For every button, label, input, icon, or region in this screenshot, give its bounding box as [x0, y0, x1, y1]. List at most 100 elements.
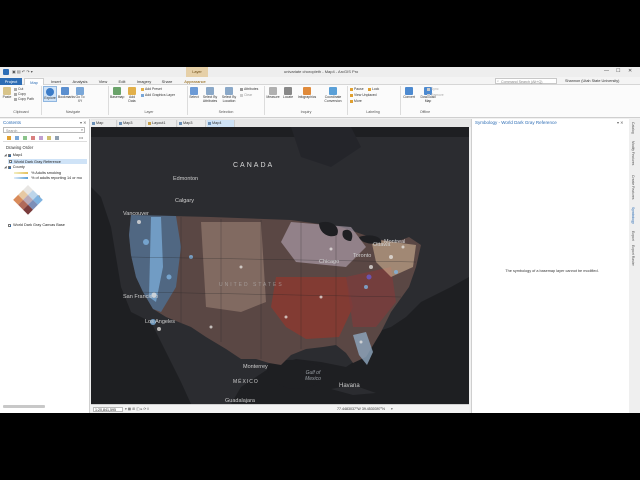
data-source-icon[interactable]: [15, 136, 19, 140]
dock-tab-export-raster[interactable]: Export Raster: [631, 245, 635, 266]
window-title: univariate choropleth - Map4 - ArcGIS Pr…: [284, 69, 359, 74]
more-label: More: [354, 99, 362, 103]
user-account[interactable]: Shannon (Utah State University): [565, 79, 619, 83]
tab-analysis[interactable]: Analysis: [68, 78, 92, 85]
clear-button[interactable]: Clear: [240, 93, 252, 97]
tab-project[interactable]: Project: [0, 78, 22, 85]
doc-tab-layout1[interactable]: Layout1: [147, 120, 177, 127]
contents-search-input[interactable]: Search: [6, 129, 17, 133]
tab-appearance[interactable]: Appearance: [180, 78, 210, 85]
doc-tab-map3[interactable]: Map3: [118, 120, 146, 127]
lock-labels-button[interactable]: Lock: [368, 87, 379, 91]
quick-access-icons[interactable]: ▣ ▤ ↶ ↷ ▾: [12, 69, 33, 74]
dock-tab-create-features[interactable]: Create Features: [631, 175, 635, 200]
explore-button[interactable]: Explore: [43, 86, 57, 102]
tab-insert[interactable]: Insert: [46, 78, 66, 85]
add-graphics-layer-button[interactable]: Add Graphics Layer: [141, 93, 175, 97]
collapse-icon[interactable]: ◢: [4, 165, 7, 169]
paste-button[interactable]: Paste: [2, 87, 12, 100]
copy-path-icon: [14, 97, 17, 101]
measure-button[interactable]: Measure: [266, 87, 280, 100]
dock-tab-modify-features[interactable]: Modify Features: [631, 141, 635, 165]
close-button[interactable]: ✕: [628, 68, 632, 74]
layer-visibility-checkbox[interactable]: [7, 165, 11, 169]
pane-options-icon[interactable]: ▾ ✕: [617, 120, 623, 125]
copy-button[interactable]: Copy: [14, 92, 26, 96]
tree-layer-reference[interactable]: World Dark Gray Reference: [8, 159, 87, 164]
attributes-label: Attributes: [244, 87, 259, 91]
pane-options-icon[interactable]: ▾ ✕: [80, 120, 86, 125]
tab-share[interactable]: Share: [158, 78, 176, 85]
collapse-icon[interactable]: ◢: [4, 153, 7, 157]
maximize-button[interactable]: ☐: [616, 68, 620, 74]
attributes-button[interactable]: Attributes: [240, 87, 258, 91]
view-unplaced-button[interactable]: View Unplaced: [350, 93, 377, 97]
add-data-button[interactable]: Add Data: [126, 87, 138, 103]
more-labeling-button[interactable]: More: [350, 99, 362, 103]
legend-ramp-yellow: [14, 171, 28, 174]
tab-map[interactable]: Map: [24, 78, 44, 85]
dock-tab-export[interactable]: Export: [631, 231, 635, 241]
go-to-xy-button[interactable]: Go To XY: [74, 87, 86, 103]
command-search-input[interactable]: Command Search (Alt+Q): [501, 80, 542, 84]
tab-edit[interactable]: Edit: [114, 78, 130, 85]
tree-map4[interactable]: ◢ Map4: [4, 153, 22, 157]
labeling-group-label: Labeling: [366, 110, 380, 114]
layer-visibility-checkbox[interactable]: [9, 160, 12, 163]
drawing-order-icon[interactable]: [7, 136, 11, 140]
remove-label: Remove: [431, 93, 444, 97]
add-data-label: Add Data: [128, 95, 136, 103]
charts-icon[interactable]: [55, 136, 59, 140]
remove-button[interactable]: Remove: [427, 93, 444, 97]
more-options-icon[interactable]: •••: [79, 135, 83, 140]
snapping-icon[interactable]: [39, 136, 43, 140]
tab-imagery[interactable]: Imagery: [132, 78, 156, 85]
doc-tab-map[interactable]: Map: [91, 120, 117, 127]
coordinate-conversion-button[interactable]: Coordinate Conversion: [320, 87, 346, 103]
coordinates-dropdown-icon[interactable]: ▾: [391, 407, 393, 411]
dock-tab-symbology[interactable]: Symbology: [631, 207, 635, 224]
add-preset-button[interactable]: Add Preset: [141, 87, 162, 91]
tree-layer-county[interactable]: ◢ County: [4, 165, 25, 169]
select-by-location-button[interactable]: Select By Location: [220, 87, 238, 103]
ribbon-separator: [264, 86, 265, 115]
convert-button[interactable]: Convert: [402, 87, 416, 100]
map-view[interactable]: CANADA Edmonton Calgary Vancouver Ottawa…: [91, 127, 469, 404]
doc-tab-map3-second[interactable]: Map3: [178, 120, 206, 127]
sync-button[interactable]: Sync: [427, 87, 439, 91]
labeling-icon[interactable]: [47, 136, 51, 140]
map-scale-dropdown[interactable]: 1:20,841,595: [93, 406, 123, 412]
selection-icon[interactable]: [23, 136, 27, 140]
map-visibility-checkbox[interactable]: [7, 153, 11, 157]
layout-icon: [148, 122, 151, 125]
layer-visibility-checkbox[interactable]: [8, 223, 11, 227]
cut-button[interactable]: Cut: [14, 87, 23, 91]
pause-icon: [350, 87, 353, 91]
select-by-attributes-button[interactable]: Select By Attributes: [201, 87, 219, 103]
infographics-button[interactable]: Infographics: [296, 87, 318, 100]
go-to-xy-icon: [76, 87, 84, 95]
doc-tab-map4[interactable]: Map4: [207, 120, 235, 127]
contents-search-box[interactable]: Search ⌕: [3, 127, 85, 133]
select-button[interactable]: Select: [189, 87, 199, 100]
editing-icon[interactable]: [31, 136, 35, 140]
copy-path-button[interactable]: Copy Path: [14, 97, 34, 101]
minimize-button[interactable]: —: [604, 68, 609, 74]
status-tool-icons[interactable]: ▾ ▦ ⊞ ◫ ▸ ⟳ ‖: [125, 407, 149, 411]
map-label-vancouver: Vancouver: [123, 211, 149, 217]
bookmarks-button[interactable]: Bookmarks: [58, 87, 75, 100]
add-graphics-icon: [141, 93, 144, 97]
locate-button[interactable]: Locate: [282, 87, 294, 100]
basemap-button[interactable]: Basemap: [110, 87, 124, 100]
pause-labels-button[interactable]: Pause: [350, 87, 364, 91]
tree-layer-base[interactable]: World Dark Gray Canvas Base: [8, 223, 65, 227]
legend-ramp-blue: [14, 176, 28, 179]
map-canvas[interactable]: [91, 127, 469, 404]
dock-tab-catalog[interactable]: Catalog: [631, 122, 635, 134]
command-search-box[interactable]: ⌕ Command Search (Alt+Q): [495, 78, 557, 84]
contents-scrollbar[interactable]: [3, 405, 45, 408]
tab-view[interactable]: View: [94, 78, 112, 85]
ribbon-separator: [400, 86, 401, 115]
map-status-bar: 1:20,841,595 ▾ ▦ ⊞ ◫ ▸ ⟳ ‖ 77.4483037°W …: [91, 404, 469, 413]
remove-icon: [427, 93, 430, 97]
